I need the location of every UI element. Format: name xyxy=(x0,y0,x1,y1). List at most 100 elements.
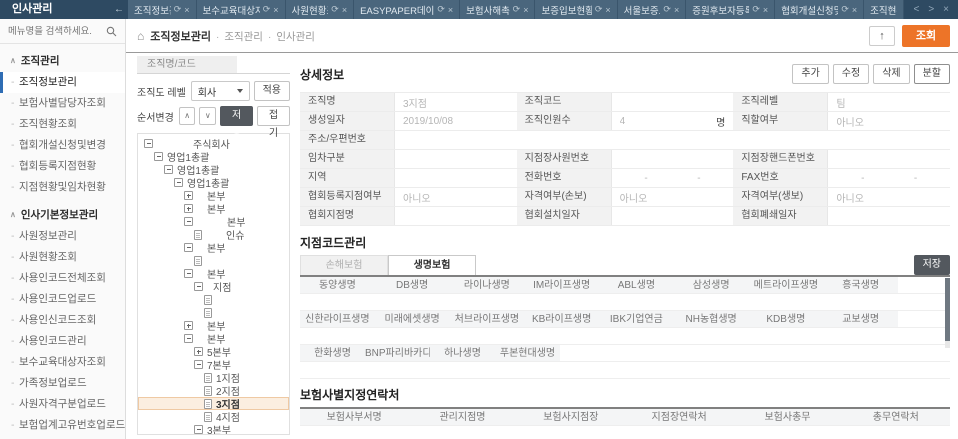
sidebar-item-보험업계고유번호업로드[interactable]: -보험업계고유번호업로드 xyxy=(0,415,125,436)
tab-life-insurance[interactable]: 생명보험 xyxy=(388,255,476,275)
field-value[interactable] xyxy=(612,93,734,111)
open-tab[interactable]: 조직현황 xyxy=(864,0,904,19)
field-value[interactable]: 3지점 xyxy=(395,93,517,111)
field-value[interactable]: 아니오 xyxy=(395,188,517,206)
tree-node[interactable]: 지점 xyxy=(138,280,289,293)
home-icon[interactable]: ⌂ xyxy=(137,29,144,43)
field-value[interactable]: 팀 xyxy=(828,93,950,111)
collapse-node-icon[interactable] xyxy=(164,165,173,174)
tab-nonlife-insurance[interactable]: 손해보험 xyxy=(300,255,388,275)
close-icon[interactable]: × xyxy=(605,5,610,15)
field-value[interactable] xyxy=(395,207,517,225)
field-value[interactable]: 아니오 xyxy=(828,112,950,130)
sidebar-item-사원정보관리[interactable]: -사원정보관리 xyxy=(0,226,125,247)
collapse-node-icon[interactable] xyxy=(184,269,193,278)
open-tab[interactable]: 서울보증보험⟳× xyxy=(618,0,687,19)
grid-empty-row[interactable] xyxy=(300,328,950,345)
field-value[interactable] xyxy=(828,207,950,225)
sidebar-item-사용인코드업로드[interactable]: -사용인코드업로드 xyxy=(0,289,125,310)
refresh-icon[interactable]: ⟳ xyxy=(174,4,182,15)
open-tab[interactable]: 사원현황조회⟳× xyxy=(286,0,355,19)
split-button[interactable]: 분할 xyxy=(914,64,950,84)
close-icon[interactable]: × xyxy=(763,5,768,15)
refresh-icon[interactable]: ⟳ xyxy=(595,4,603,15)
menu-search-input[interactable] xyxy=(8,26,102,37)
tree-node[interactable]: 3본부 xyxy=(138,423,289,435)
refresh-icon[interactable]: ⟳ xyxy=(841,4,849,15)
tree-save-button[interactable]: 저장 xyxy=(220,106,253,126)
sidebar-item-보험사별담당자조회[interactable]: -보험사별담당자조회 xyxy=(0,93,125,114)
collapse-node-icon[interactable] xyxy=(154,152,163,161)
field-value[interactable]: -- xyxy=(828,169,950,187)
close-icon[interactable]: × xyxy=(852,5,857,15)
tree-node[interactable]: 본부 xyxy=(138,202,289,215)
collapse-node-icon[interactable] xyxy=(184,217,193,226)
collapse-node-icon[interactable] xyxy=(184,334,193,343)
sidebar-section-header[interactable]: ∧조직관리 xyxy=(0,44,125,72)
field-value[interactable]: 아니오 xyxy=(828,188,950,206)
tree-node[interactable]: 3지점 xyxy=(138,397,289,410)
prev-tab-icon[interactable]: < xyxy=(913,4,919,15)
close-icon[interactable]: × xyxy=(674,5,679,15)
contact-empty-row[interactable] xyxy=(300,426,950,439)
tree-node[interactable]: 7본부 xyxy=(138,358,289,371)
field-value[interactable] xyxy=(395,131,950,149)
sidebar-item-가족정보업로드[interactable]: -가족정보업로드 xyxy=(0,373,125,394)
collapse-node-icon[interactable] xyxy=(194,282,203,291)
apply-button[interactable]: 적용 xyxy=(254,81,290,101)
collapse-button[interactable]: 접기 xyxy=(257,106,290,126)
tree-node[interactable]: 2지점 xyxy=(138,384,289,397)
expand-node-icon[interactable] xyxy=(194,347,203,356)
tab-org-name-code[interactable]: 조직명/코드 xyxy=(137,56,237,73)
edit-button[interactable]: 수정 xyxy=(833,64,869,84)
collapse-node-icon[interactable] xyxy=(174,178,183,187)
breadcrumb-item[interactable]: 인사관리 xyxy=(276,31,315,43)
query-button[interactable]: 조회 xyxy=(902,25,950,47)
scroll-top-button[interactable]: ↑ xyxy=(869,26,895,46)
close-icon[interactable]: × xyxy=(523,5,528,15)
open-tab[interactable]: 보수교육대상자조회⟳× xyxy=(197,0,286,19)
field-value[interactable] xyxy=(612,207,734,225)
tree-node[interactable]: 본부 xyxy=(138,215,289,228)
sidebar-item-사용인신코드조회[interactable]: -사용인신코드조회 xyxy=(0,310,125,331)
refresh-icon[interactable]: ⟳ xyxy=(663,4,671,15)
open-tab[interactable]: 조직정보관리⟳× xyxy=(128,0,197,19)
branch-code-save-button[interactable]: 저장 xyxy=(914,255,950,275)
sidebar-item-협회등록지점현황[interactable]: -협회등록지점현황 xyxy=(0,156,125,177)
scrollbar-thumb[interactable] xyxy=(945,278,950,341)
expand-node-icon[interactable] xyxy=(184,321,193,330)
expand-node-icon[interactable] xyxy=(184,204,193,213)
refresh-icon[interactable]: ⟳ xyxy=(331,4,339,15)
refresh-icon[interactable]: ⟳ xyxy=(263,4,271,15)
field-value[interactable] xyxy=(828,150,950,168)
delete-button[interactable]: 삭제 xyxy=(873,64,909,84)
tree-node[interactable] xyxy=(138,293,289,306)
close-icon[interactable]: × xyxy=(273,5,278,15)
breadcrumb-item[interactable]: 조직관리 xyxy=(224,31,263,43)
sidebar-item-조직정보관리[interactable]: -조직정보관리 xyxy=(0,72,125,93)
field-value[interactable]: 아니오 xyxy=(612,188,734,206)
back-arrow-icon[interactable]: ← xyxy=(110,0,128,19)
add-button[interactable]: 추가 xyxy=(792,64,828,84)
open-tab[interactable]: 증원후보자등록신청⟳× xyxy=(686,0,775,19)
grid-scrollbar[interactable] xyxy=(945,278,950,348)
field-value[interactable] xyxy=(612,150,734,168)
tree-node[interactable]: 주식회사 xyxy=(138,137,289,150)
field-value[interactable] xyxy=(395,169,517,187)
sidebar-item-협회개설신청및변경[interactable]: -협회개설신청및변경 xyxy=(0,135,125,156)
org-level-select[interactable]: 회사 xyxy=(191,81,250,101)
open-tab[interactable]: 협회개설신청및변경⟳× xyxy=(775,0,864,19)
close-all-tabs-icon[interactable]: × xyxy=(943,4,949,15)
sidebar-item-지점현황및임차현황[interactable]: -지점현황및임차현황 xyxy=(0,177,125,198)
field-value[interactable]: 2019/10/08 xyxy=(395,112,517,130)
collapse-node-icon[interactable] xyxy=(194,425,203,434)
refresh-icon[interactable]: ⟳ xyxy=(513,4,521,15)
grid-empty-row[interactable] xyxy=(300,362,950,379)
search-icon[interactable] xyxy=(106,26,117,37)
tree-node[interactable]: 1지점 xyxy=(138,371,289,384)
open-tab[interactable]: EASYPAPER데이터조회⟳× xyxy=(354,0,460,19)
field-value[interactable]: 4명 xyxy=(612,112,734,130)
sidebar-item-사용인코드관리[interactable]: -사용인코드관리 xyxy=(0,331,125,352)
sidebar-item-사원자격구분업로드[interactable]: -사원자격구분업로드 xyxy=(0,394,125,415)
close-icon[interactable]: × xyxy=(184,5,189,15)
